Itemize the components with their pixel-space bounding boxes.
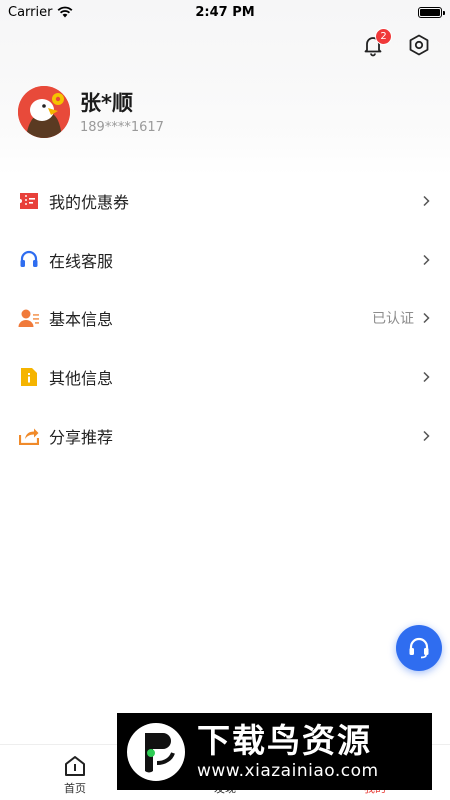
status-bar: Carrier 2:47 PM bbox=[0, 0, 450, 24]
home-icon bbox=[65, 756, 85, 776]
chevron-right-icon bbox=[423, 430, 430, 441]
menu-label: 分享推荐 bbox=[49, 427, 114, 447]
profile-header: 2 张*顺 189****1617 bbox=[0, 0, 450, 175]
watermark-url: www.xiazainiao.com bbox=[197, 760, 379, 781]
settings-hexagon-icon bbox=[409, 34, 429, 56]
menu-item-basic-info[interactable]: 基本信息 已认证 bbox=[0, 289, 450, 348]
menu-item-coupons[interactable]: 我的优惠券 bbox=[0, 172, 450, 231]
menu-item-share[interactable]: 分享推荐 bbox=[0, 406, 450, 465]
battery-icon bbox=[418, 6, 445, 18]
user-phone: 189****1617 bbox=[80, 119, 164, 135]
wifi-icon bbox=[58, 6, 73, 18]
status-left: Carrier bbox=[8, 5, 73, 20]
notification-button[interactable]: 2 bbox=[360, 28, 392, 58]
watermark-banner: 下载鸟资源 www.xiazainiao.com bbox=[117, 713, 432, 790]
profile-text: 张*顺 189****1617 bbox=[80, 90, 164, 135]
menu-label: 我的优惠券 bbox=[49, 193, 130, 213]
bird-logo-icon bbox=[127, 722, 185, 781]
user-profile[interactable]: 张*顺 189****1617 bbox=[18, 86, 164, 138]
notification-badge: 2 bbox=[375, 28, 392, 45]
menu-item-online-service[interactable]: 在线客服 bbox=[0, 231, 450, 290]
verified-status: 已认证 bbox=[372, 311, 414, 328]
headset-icon bbox=[409, 637, 429, 659]
eagle-avatar-icon bbox=[18, 86, 70, 138]
status-time: 2:47 PM bbox=[195, 4, 255, 20]
menu-label: 基本信息 bbox=[49, 310, 114, 330]
user-name: 张*顺 bbox=[80, 90, 133, 115]
customer-service-fab[interactable] bbox=[396, 625, 442, 671]
coupon-icon bbox=[18, 190, 40, 212]
header-actions: 2 bbox=[360, 28, 432, 58]
chevron-right-icon bbox=[423, 196, 430, 207]
watermark-title: 下载鸟资源 bbox=[197, 720, 372, 760]
info-doc-icon bbox=[18, 366, 40, 388]
watermark-text: 下载鸟资源 www.xiazainiao.com bbox=[197, 720, 379, 782]
chevron-right-icon bbox=[423, 372, 430, 383]
chevron-right-icon bbox=[423, 313, 430, 324]
menu-label: 在线客服 bbox=[49, 251, 114, 271]
chevron-right-icon bbox=[423, 254, 430, 265]
tab-label: 首页 bbox=[64, 782, 86, 795]
headset-icon bbox=[18, 249, 40, 271]
settings-button[interactable] bbox=[406, 32, 432, 58]
user-card-icon bbox=[18, 307, 40, 329]
carrier-label: Carrier bbox=[8, 4, 53, 20]
menu-list: 我的优惠券 在线客服 基本信息 已认证 其他信息 分享推荐 bbox=[0, 172, 450, 465]
share-icon bbox=[18, 425, 40, 447]
menu-label: 其他信息 bbox=[49, 369, 114, 389]
avatar[interactable] bbox=[18, 86, 70, 138]
menu-item-other-info[interactable]: 其他信息 bbox=[0, 348, 450, 407]
